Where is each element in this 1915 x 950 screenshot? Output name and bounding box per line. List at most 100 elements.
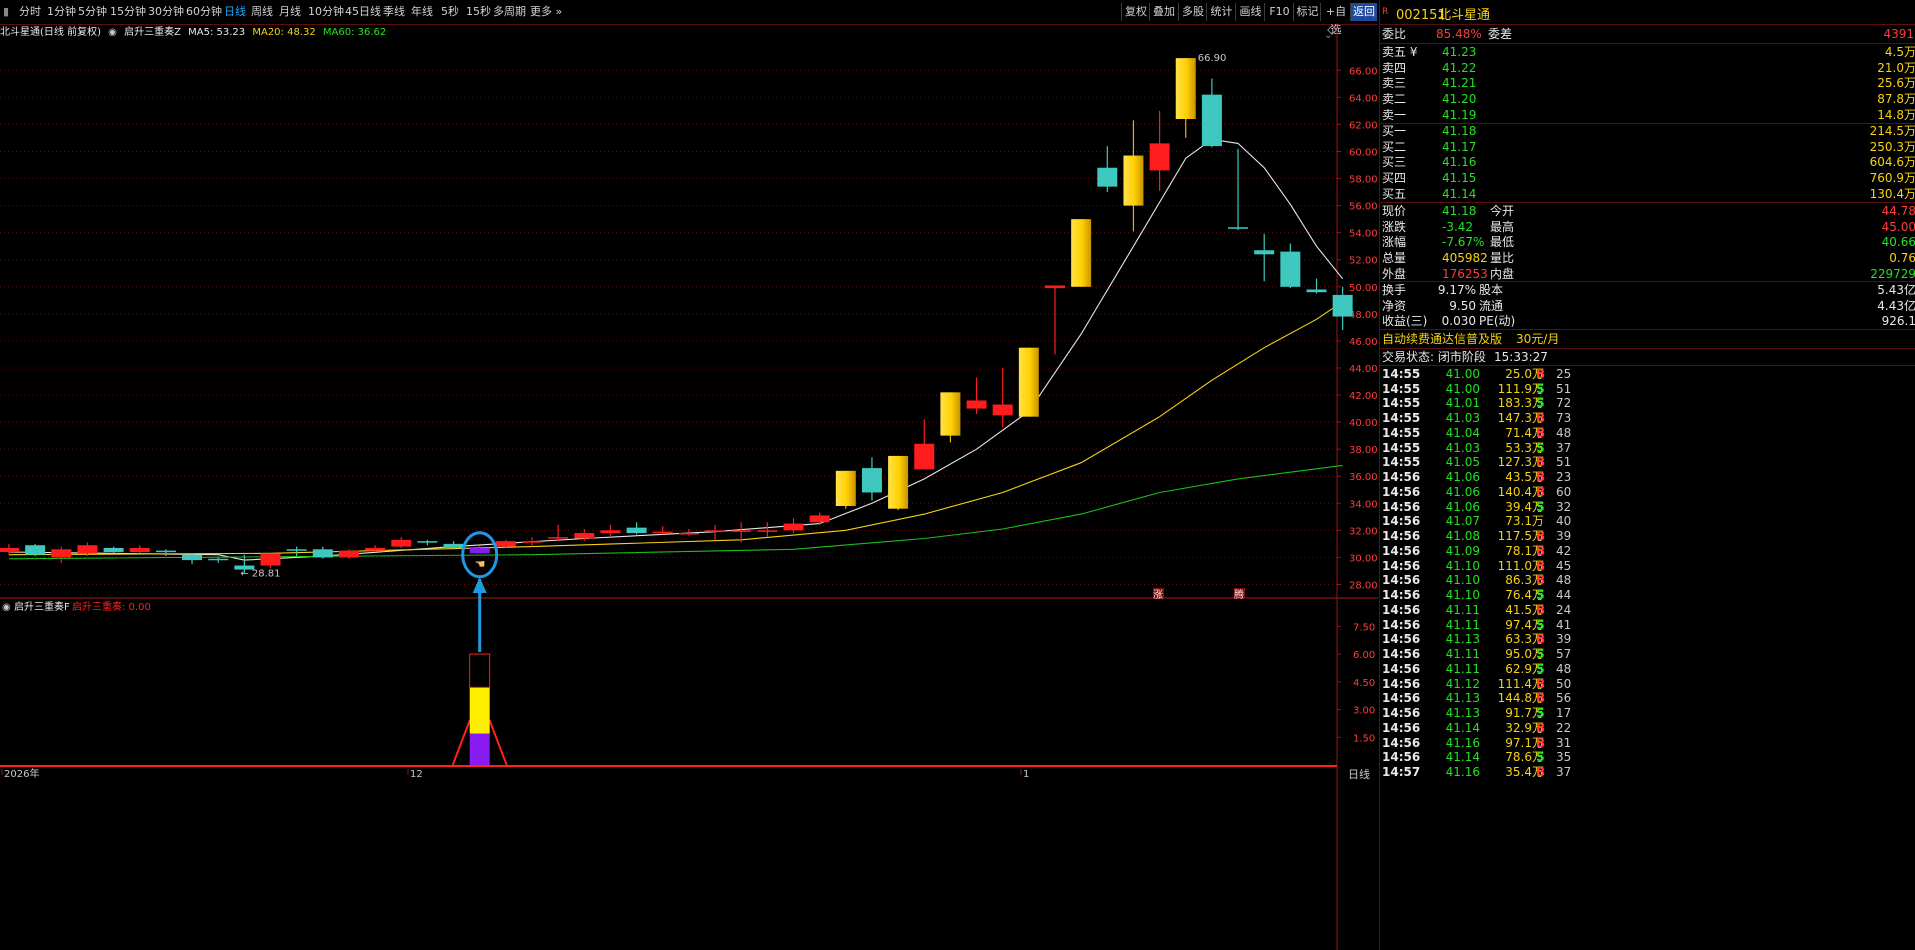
tick-time: 14:56 bbox=[1382, 588, 1421, 603]
weicha-value: 4391 bbox=[1883, 27, 1914, 41]
tick-row[interactable]: 14:56 41.13 91.7万 S 17 bbox=[1380, 706, 1915, 721]
period-tab-15[interactable]: 多周期 bbox=[493, 4, 526, 20]
period-tab-2[interactable]: 5分钟 bbox=[78, 4, 107, 20]
tick-time: 14:57 bbox=[1382, 764, 1421, 779]
period-tab-0[interactable]: 分时 bbox=[19, 4, 41, 20]
tick-row[interactable]: 14:56 41.06 140.4万 B 60 bbox=[1380, 485, 1915, 500]
candle-body bbox=[1123, 155, 1144, 206]
ma-line-ma60 bbox=[8, 464, 1343, 560]
tick-price: 41.11 bbox=[1445, 602, 1480, 617]
tick-row[interactable]: 14:55 41.04 71.4万 B 48 bbox=[1380, 426, 1915, 441]
period-tab-3[interactable]: 15分钟 bbox=[110, 4, 146, 20]
candle-body bbox=[208, 558, 229, 561]
tick-row[interactable]: 14:56 41.10 111.0万 B 45 bbox=[1380, 559, 1915, 574]
sell-price: 41.21 bbox=[1442, 76, 1477, 91]
tick-direction: B bbox=[1536, 367, 1546, 381]
tick-time: 14:55 bbox=[1382, 367, 1421, 381]
period-tab-10[interactable]: 45日线 bbox=[345, 4, 381, 20]
stat2-row: 净资 9.50 流通 4.43亿 bbox=[1380, 299, 1915, 314]
tick-time: 14:56 bbox=[1382, 632, 1421, 647]
tick-row[interactable]: 14:56 41.11 95.0万 S 57 bbox=[1380, 647, 1915, 662]
tick-row[interactable]: 14:56 41.14 78.6万 S 35 bbox=[1380, 750, 1915, 765]
tick-row[interactable]: 14:56 41.06 43.5万 B 23 bbox=[1380, 470, 1915, 485]
tick-row[interactable]: 14:57 41.16 35.4万 B 37 bbox=[1380, 765, 1915, 780]
tick-row[interactable]: 14:56 41.07 73.1万 40 bbox=[1380, 514, 1915, 529]
tick-row[interactable]: 14:56 41.08 117.5万 B 39 bbox=[1380, 529, 1915, 544]
toolbar-button-6[interactable]: 标记 bbox=[1293, 3, 1321, 21]
ma-line-ma20 bbox=[8, 301, 1343, 556]
tick-direction: S bbox=[1536, 661, 1545, 676]
tick-row[interactable]: 14:56 41.16 97.1万 B 31 bbox=[1380, 736, 1915, 751]
panel-separator bbox=[1380, 43, 1915, 44]
candle-body bbox=[495, 541, 516, 547]
tick-row[interactable]: 14:56 41.11 97.4万 S 41 bbox=[1380, 618, 1915, 633]
stat-value: 405982 bbox=[1442, 251, 1488, 266]
sell-volume: 25.6万 bbox=[1877, 76, 1915, 91]
period-tab-11[interactable]: 季线 bbox=[383, 4, 405, 20]
tick-row[interactable]: 14:56 41.13 63.3万 B 39 bbox=[1380, 632, 1915, 647]
tick-count: 42 bbox=[1556, 543, 1572, 558]
tick-row[interactable]: 14:56 41.09 78.1万 B 42 bbox=[1380, 544, 1915, 559]
sell-volume: 21.0万 bbox=[1877, 60, 1915, 75]
toolbar-button-8[interactable]: 返回 bbox=[1350, 3, 1377, 21]
indicator-icon[interactable]: ◉ bbox=[108, 27, 117, 38]
tick-row[interactable]: 14:55 41.01 183.3万 S 72 bbox=[1380, 396, 1915, 411]
period-tab-13[interactable]: 5秒 bbox=[441, 4, 459, 20]
toolbar-button-5[interactable]: F10 bbox=[1264, 3, 1294, 21]
period-tab-16[interactable]: 更多 » bbox=[530, 4, 562, 20]
tick-row[interactable]: 14:55 41.00 111.9万 S 51 bbox=[1380, 382, 1915, 397]
buy-label: 买三 bbox=[1382, 155, 1407, 170]
period-tab-5[interactable]: 60分钟 bbox=[186, 4, 222, 20]
ad-row[interactable]: 自动续费通达信普及版 30元/月 bbox=[1380, 332, 1915, 347]
dropdown-icon[interactable]: ⌄ bbox=[1324, 30, 1332, 41]
tick-row[interactable]: 14:55 41.03 147.3万 B 73 bbox=[1380, 411, 1915, 426]
panel-separator bbox=[1380, 24, 1915, 25]
tick-row[interactable]: 14:55 41.05 127.3万 B 51 bbox=[1380, 455, 1915, 470]
tick-count: 35 bbox=[1556, 750, 1572, 765]
kline-chart[interactable]: 66.00 64.00 62.00 60.00 58.00 56.00 54.00 52.00… bbox=[0, 24, 1378, 950]
period-tab-1[interactable]: 1分钟 bbox=[47, 4, 76, 20]
tick-price: 41.06 bbox=[1445, 484, 1480, 499]
period-tab-4[interactable]: 30分钟 bbox=[148, 4, 184, 20]
tick-row[interactable]: 14:55 41.03 53.3万 S 37 bbox=[1380, 441, 1915, 456]
y-tick-label: 58.00 bbox=[1349, 175, 1378, 186]
period-toolbar: 分时 1分钟 5分钟 15分钟 30分钟 60分钟 日线 周线 月线 10分钟 45日线 季线 年线 5秒… bbox=[0, 0, 1378, 36]
tick-row[interactable]: 14:55 41.00 25.0万 B 25 bbox=[1380, 367, 1915, 382]
tick-row[interactable]: 14:56 41.10 76.4万 S 44 bbox=[1380, 588, 1915, 603]
tick-row[interactable]: 14:56 41.06 39.4万 S 32 bbox=[1380, 500, 1915, 515]
period-tab-8[interactable]: 月线 bbox=[279, 4, 301, 20]
candle-body bbox=[757, 530, 778, 532]
tick-row[interactable]: 14:56 41.10 86.3万 B 48 bbox=[1380, 573, 1915, 588]
stat2-row: 换手 9.17% 股本 5.43亿 bbox=[1380, 283, 1915, 298]
tick-price: 41.11 bbox=[1445, 647, 1480, 662]
toolbar-button-4[interactable]: 画线 bbox=[1235, 3, 1265, 21]
tick-row[interactable]: 14:56 41.11 41.5万 B 24 bbox=[1380, 603, 1915, 618]
period-tab-6[interactable]: 日线 bbox=[224, 4, 246, 20]
period-tab-12[interactable]: 年线 bbox=[411, 4, 433, 20]
tick-row[interactable]: 14:56 41.14 32.9万 B 22 bbox=[1380, 721, 1915, 736]
toolbar-button-1[interactable]: 叠加 bbox=[1149, 3, 1178, 21]
y-tick-label: 44.00 bbox=[1349, 364, 1378, 375]
candle-body bbox=[391, 539, 412, 547]
tick-count: 25 bbox=[1556, 367, 1572, 381]
tick-row[interactable]: 14:56 41.11 62.9万 S 48 bbox=[1380, 662, 1915, 677]
stat-label: 流通 bbox=[1479, 298, 1504, 313]
candle-body bbox=[1045, 285, 1065, 289]
period-tab-7[interactable]: 周线 bbox=[251, 4, 273, 20]
toolbar-button-7[interactable]: +自选 bbox=[1320, 3, 1351, 36]
toolbar-grip-icon[interactable]: ▮ bbox=[3, 4, 9, 20]
period-tab-9[interactable]: 10分钟 bbox=[308, 4, 344, 20]
tick-time: 14:55 bbox=[1382, 411, 1421, 426]
toolbar-button-3[interactable]: 统计 bbox=[1206, 3, 1236, 21]
tick-row[interactable]: 14:56 41.13 144.8万 B 56 bbox=[1380, 691, 1915, 706]
toolbar-button-0[interactable]: 复权 bbox=[1121, 3, 1150, 21]
stat-row: 涨跌 -3.42 最高 45.00 bbox=[1380, 220, 1915, 235]
indicator-name[interactable]: 启升三重奏Z bbox=[124, 27, 181, 38]
tick-direction: B bbox=[1536, 691, 1546, 706]
candle-body bbox=[103, 547, 124, 552]
tick-row[interactable]: 14:56 41.12 111.4万 B 50 bbox=[1380, 677, 1915, 692]
period-tab-14[interactable]: 15秒 bbox=[466, 4, 491, 20]
toolbar-button-2[interactable]: 多股 bbox=[1178, 3, 1207, 21]
sub-legend-icon[interactable]: ◉ bbox=[2, 602, 11, 613]
stat-label: 现价 bbox=[1382, 204, 1407, 218]
